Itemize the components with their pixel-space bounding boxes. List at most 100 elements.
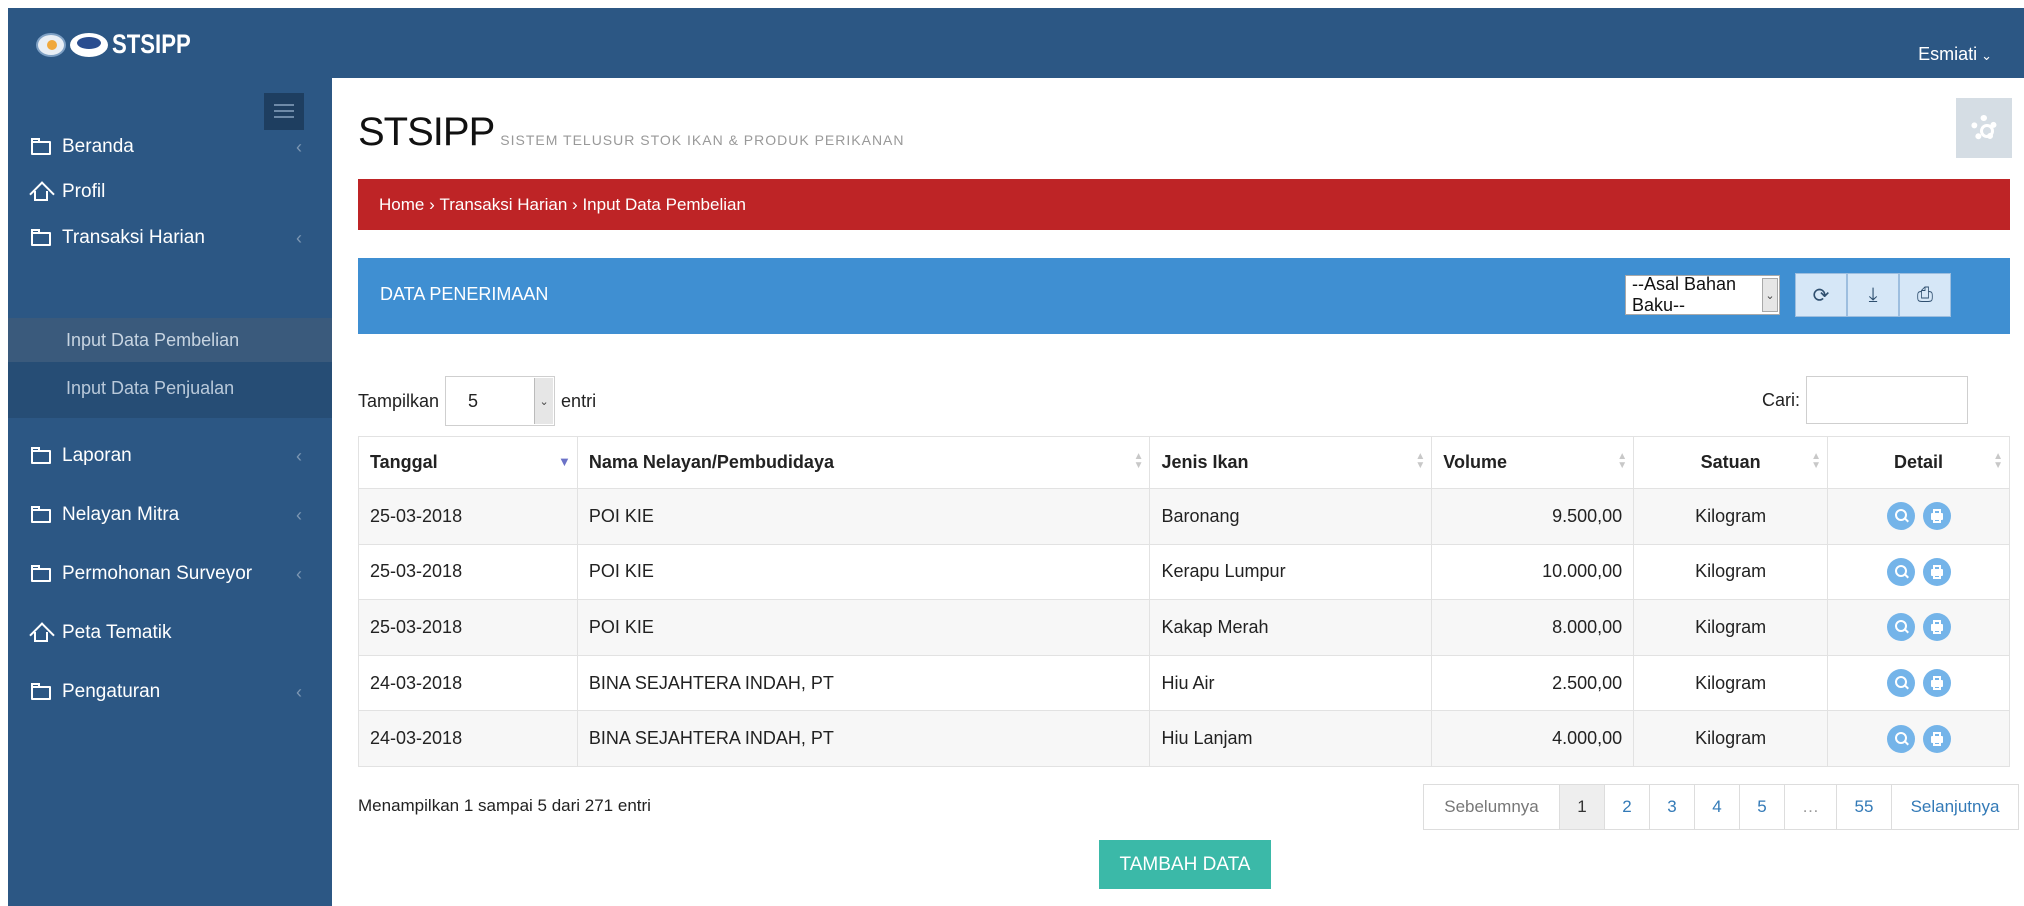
sort-icon: ▲ ▼ [1617, 451, 1628, 471]
pagination-page-2[interactable]: 2 [1605, 785, 1650, 829]
pagination-page-55[interactable]: 55 [1837, 785, 1892, 829]
chevron-left-icon: ‹ [296, 563, 302, 584]
sidebar-item-transaksi-harian[interactable]: Transaksi Harian ‹ [8, 215, 332, 261]
sidebar-item-label: Beranda [62, 136, 134, 157]
view-detail-icon[interactable] [1886, 669, 1915, 698]
sidebar-item-label: Nelayan Mitra [62, 504, 180, 525]
print-button[interactable]: ⎙ [1899, 273, 1951, 317]
source-select[interactable]: --Asal Bahan Baku-- ⌄ [1625, 274, 1780, 315]
pagination-prev[interactable]: Sebelumnya [1424, 785, 1560, 829]
length-prefix: Tampilkan [358, 390, 440, 411]
sidebar-item-laporan[interactable]: Laporan ‹ [8, 433, 332, 479]
cell-volume: 8.000,00 [1431, 599, 1635, 656]
column-header-nama[interactable]: Nama Nelayan/Pembudidaya ▲ ▼ [576, 436, 1151, 489]
column-header-satuan[interactable]: Satuan ▲ ▼ [1633, 436, 1829, 489]
submenu-item-label: Input Data Pembelian [66, 329, 240, 350]
add-data-button[interactable]: TAMBAH DATA [1099, 840, 1271, 889]
chevron-down-icon: ⌄ [1981, 48, 1992, 63]
sidebar-item-peta-tematik[interactable]: Peta Tematik [8, 610, 332, 656]
breadcrumb-separator-icon: › [424, 194, 440, 214]
view-detail-icon[interactable] [1886, 724, 1915, 753]
refresh-icon: ⟳ [1812, 284, 1830, 307]
settings-button[interactable] [1956, 98, 2012, 158]
home-icon [29, 181, 55, 207]
app-logo[interactable]: STSIPP [36, 29, 208, 60]
print-row-icon[interactable] [1922, 557, 1951, 586]
pagination-page-1[interactable]: 1 [1560, 785, 1605, 829]
cell-satuan: Kilogram [1633, 543, 1829, 601]
home-icon [29, 622, 55, 648]
chevron-down-icon: ⌄ [534, 378, 554, 424]
download-icon: ⤓ [1868, 283, 1878, 306]
top-header: STSIPP Esmiati ⌄ [8, 8, 2024, 78]
chevron-left-icon: ‹ [296, 227, 302, 248]
submenu-item-input-pembelian[interactable]: Input Data Pembelian [8, 318, 332, 362]
cell-volume: 4.000,00 [1431, 710, 1635, 767]
data-table: Tanggal ▼ Nama Nelayan/Pembudidaya ▲ ▼ Jeni… [358, 436, 2010, 767]
print-row-icon[interactable] [1922, 669, 1951, 698]
pagination-page-4[interactable]: 4 [1695, 785, 1740, 829]
pagination-page-5[interactable]: 5 [1740, 785, 1785, 829]
view-detail-icon[interactable] [1886, 502, 1915, 531]
chevron-left-icon: ‹ [296, 445, 302, 466]
breadcrumb-current: Input Data Pembelian [582, 194, 746, 214]
column-header-jenis-ikan[interactable]: Jenis Ikan ▲ ▼ [1149, 436, 1433, 489]
cell-nama: POI KIE [576, 488, 1151, 545]
cell-satuan: Kilogram [1633, 599, 1829, 656]
user-menu[interactable]: Esmiati ⌄ [1918, 44, 1992, 65]
sidebar-item-beranda[interactable]: Beranda ‹ [8, 124, 332, 170]
column-header-tanggal[interactable]: Tanggal ▼ [358, 436, 578, 489]
sort-icon: ▲ ▼ [1811, 451, 1822, 471]
pagination-page-3[interactable]: 3 [1650, 785, 1695, 829]
view-detail-icon[interactable] [1886, 613, 1915, 642]
breadcrumb-transaksi-harian[interactable]: Transaksi Harian [439, 195, 567, 215]
chevron-left-icon: ‹ [296, 681, 302, 702]
sidebar-item-label: Profil [62, 181, 106, 202]
gear-icon [1971, 115, 1997, 141]
print-row-icon[interactable] [1922, 502, 1951, 531]
breadcrumb-separator-icon: › [567, 194, 583, 214]
cell-tanggal: 24-03-2018 [358, 654, 578, 712]
page-title-main: STSIPP [358, 110, 495, 154]
table-row: 25-03-2018 POI KIE Kerapu Lumpur 10.000,… [358, 543, 2010, 601]
cell-detail [1827, 654, 2010, 712]
pagination-next[interactable]: Selanjutnya [1892, 785, 2018, 829]
column-header-volume[interactable]: Volume ▲ ▼ [1431, 436, 1635, 489]
top-border [0, 0, 2024, 8]
entries-select-value: 5 [468, 390, 479, 411]
sidebar-item-label: Laporan [62, 445, 132, 466]
download-button[interactable]: ⤓ [1847, 273, 1899, 317]
chevron-down-icon: ⌄ [1762, 278, 1778, 312]
pagination: Sebelumnya 1 2 3 4 5 … 55 Selanjutnya [1423, 784, 2019, 830]
sidebar-item-permohonan-surveyor[interactable]: Permohonan Surveyor ‹ [8, 551, 332, 597]
folder-icon [30, 505, 54, 525]
search-input[interactable] [1806, 376, 1969, 424]
table-row: 24-03-2018 BINA SEJAHTERA INDAH, PT Hiu … [358, 710, 2010, 767]
sidebar-item-profil[interactable]: Profil [8, 169, 332, 215]
sidebar-item-label: Transaksi Harian [62, 227, 205, 248]
sidebar-item-nelayan-mitra[interactable]: Nelayan Mitra ‹ [8, 492, 332, 538]
cell-detail [1827, 488, 2010, 545]
entries-select[interactable]: 5 ⌄ [445, 376, 556, 426]
sort-icon: ▲ ▼ [1133, 451, 1144, 471]
breadcrumb: Home › Transaksi Harian › Input Data Pem… [358, 179, 2010, 230]
column-header-detail[interactable]: Detail ▲ ▼ [1827, 436, 2010, 489]
print-icon: ⎙ [1917, 283, 1933, 306]
pagination-ellipsis: … [1785, 785, 1837, 829]
page-title-subtitle: SISTEM TELUSUR STOK IKAN & PRODUK PERIKA… [500, 132, 905, 148]
source-select-value: --Asal Bahan Baku-- [1632, 274, 1737, 315]
cell-volume: 9.500,00 [1431, 488, 1635, 545]
cell-jenis-ikan: Kerapu Lumpur [1149, 543, 1433, 601]
view-detail-icon[interactable] [1886, 557, 1915, 586]
print-row-icon[interactable] [1922, 613, 1951, 642]
refresh-button[interactable]: ⟳ [1795, 273, 1847, 317]
sidebar-item-pengaturan[interactable]: Pengaturan ‹ [8, 669, 332, 715]
submenu-item-input-penjualan[interactable]: Input Data Penjualan [8, 366, 332, 410]
cell-detail [1827, 599, 2010, 656]
cell-nama: POI KIE [576, 543, 1151, 601]
breadcrumb-home[interactable]: Home [379, 195, 424, 215]
cell-tanggal: 25-03-2018 [358, 543, 578, 601]
folder-icon [30, 137, 54, 157]
cell-volume: 2.500,00 [1431, 654, 1635, 712]
print-row-icon[interactable] [1922, 724, 1951, 753]
